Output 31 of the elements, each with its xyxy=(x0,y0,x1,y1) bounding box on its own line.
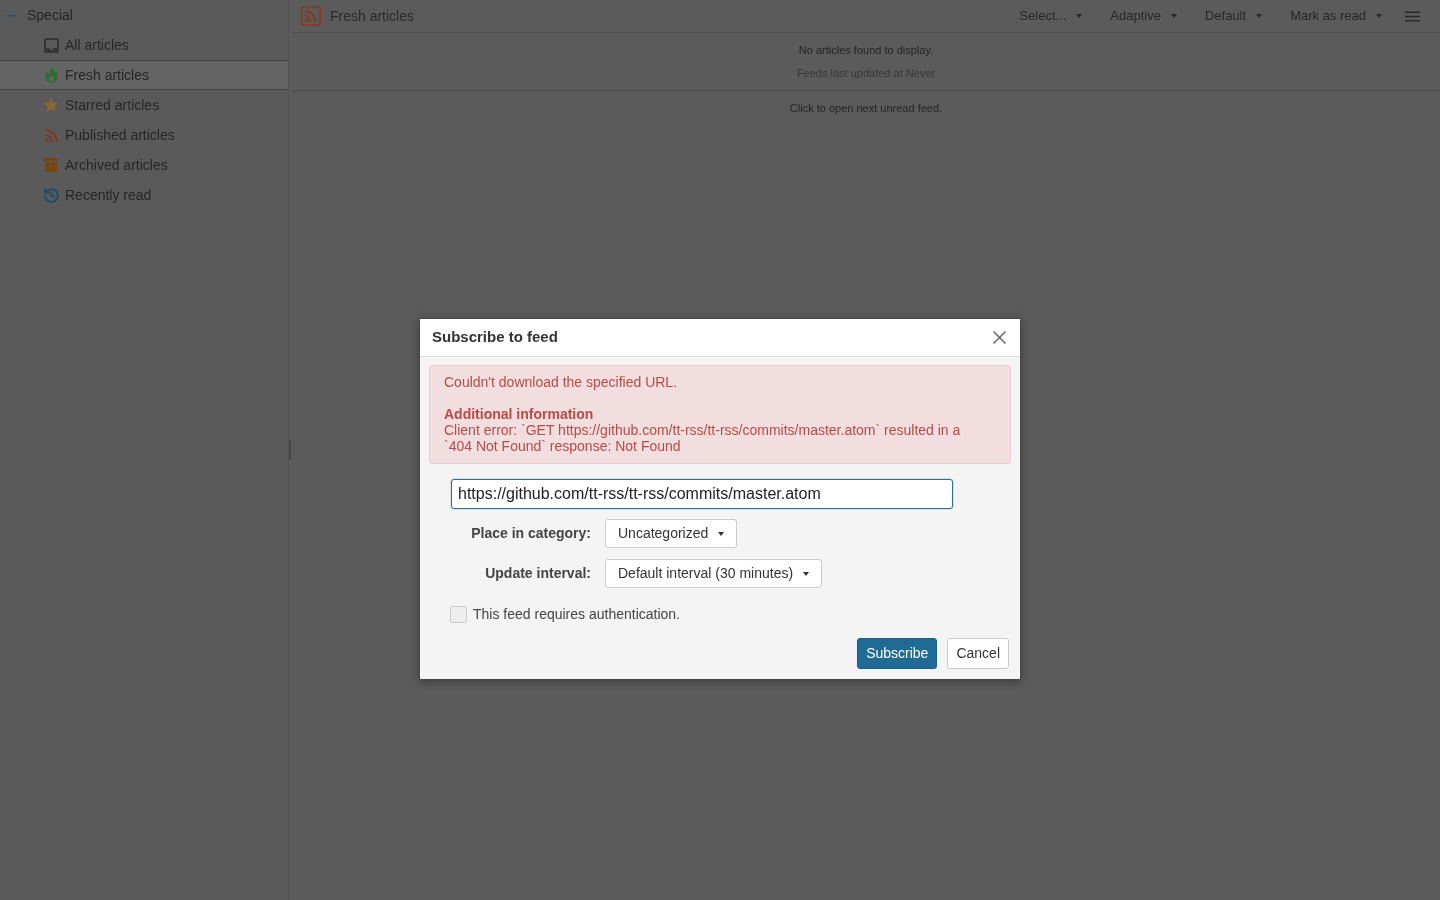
caret-icon xyxy=(1376,14,1382,18)
star-icon xyxy=(43,97,59,113)
error-message: Couldn't download the specified URL. xyxy=(444,374,679,390)
auth-checkbox-label[interactable]: This feed requires authentication. xyxy=(473,604,680,625)
sidebar-item[interactable]: Fresh articles xyxy=(0,60,288,90)
cancel-button[interactable]: Cancel xyxy=(947,638,1009,669)
rss-icon xyxy=(301,6,321,26)
sidebar-item-label: Fresh articles xyxy=(65,65,150,85)
caret-icon xyxy=(1076,14,1083,18)
caret-icon xyxy=(1170,14,1177,18)
menu-icon xyxy=(1405,10,1420,22)
url-field[interactable]: https://github.com/tt-rss/tt-rss/commits/master.atom xyxy=(451,479,953,509)
archive-box-icon xyxy=(44,158,58,172)
dropdown-select[interactable]: Uncategorized xyxy=(605,519,738,548)
caret-icon xyxy=(718,531,725,536)
auth-checkbox[interactable] xyxy=(450,606,467,623)
error-details: Client error: `GET https://github.com/tt-rss/tt-rss/commits/master.atom` resulted in a `404 Not Found` response: Not Found xyxy=(444,422,962,454)
inbox-icon xyxy=(43,37,59,53)
field-label: Place in category: xyxy=(470,524,591,543)
history-icon xyxy=(42,186,60,204)
rss-icon xyxy=(44,128,58,142)
caret-icon xyxy=(803,571,810,576)
dropdown-select[interactable]: Default interval (30 minutes) xyxy=(605,559,823,588)
caret-icon xyxy=(1256,14,1263,18)
flame-icon xyxy=(44,67,58,83)
error-details-title: Additional information xyxy=(444,406,595,422)
close-icon xyxy=(992,331,1006,344)
dialog-title: Subscribe to feed xyxy=(432,327,558,348)
field-label: Update interval: xyxy=(484,564,591,583)
close-button[interactable] xyxy=(992,330,1006,345)
subscribe-button[interactable]: Subscribe xyxy=(857,638,938,669)
